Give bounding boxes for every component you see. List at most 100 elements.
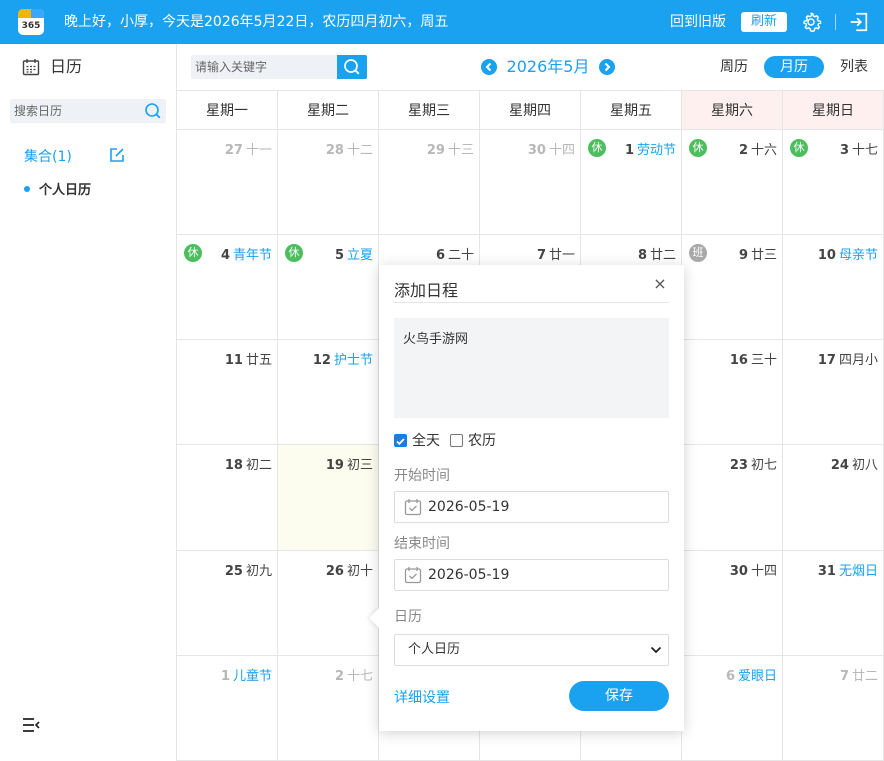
- day-cell[interactable]: 6 爱眼日: [682, 656, 783, 761]
- prev-month-button[interactable]: [481, 59, 497, 75]
- lunar-date: 十七: [851, 143, 878, 158]
- lunar-date: 十七: [346, 669, 373, 684]
- day-number: 12: [312, 353, 331, 368]
- day-cell[interactable]: 1 儿童节: [177, 656, 278, 761]
- day-cell[interactable]: 休 4 青年节: [177, 235, 278, 340]
- calendar-group-label[interactable]: 集合(1): [24, 146, 72, 166]
- day-number: 25: [224, 564, 243, 579]
- detail-settings-link[interactable]: 详细设置: [394, 687, 450, 707]
- end-date-field[interactable]: 2026-05-19: [394, 559, 669, 591]
- sidebar-search-icon[interactable]: [140, 99, 166, 123]
- lunar-date: 初八: [851, 458, 878, 473]
- app-logo-icon: 365: [18, 9, 44, 35]
- sidebar-search: [10, 99, 166, 123]
- workday-badge: 班: [689, 244, 707, 262]
- day-cell[interactable]: 2 十七: [278, 656, 379, 761]
- tab-list-view[interactable]: 列表: [832, 56, 876, 78]
- holiday-badge: 休: [184, 244, 202, 262]
- day-cell[interactable]: 休 2 十六: [682, 130, 783, 235]
- lunar-date: 初九: [245, 564, 272, 579]
- day-cell[interactable]: 28十二: [278, 130, 379, 235]
- day-label: 16 三十: [730, 349, 777, 368]
- holiday-badge: 休: [689, 139, 707, 157]
- app-logo-text: 365: [21, 21, 41, 31]
- start-date-field[interactable]: 2026-05-19: [394, 491, 669, 523]
- day-cell[interactable]: 班 9 廿三: [682, 235, 783, 340]
- lunar-date: 初二: [245, 458, 272, 473]
- day-label: 31 无烟日: [818, 560, 878, 579]
- day-label: 26 初十: [326, 560, 373, 579]
- day-cell[interactable]: 休 1 劳动节: [581, 130, 682, 235]
- day-label: 30 十四: [730, 560, 777, 579]
- close-icon[interactable]: ×: [651, 275, 669, 293]
- logout-icon[interactable]: [848, 11, 870, 33]
- chevron-right-icon: [604, 62, 611, 72]
- day-cell[interactable]: 11 廿五: [177, 340, 278, 445]
- search-box: [191, 55, 367, 79]
- day-cell[interactable]: 12 护士节: [278, 340, 379, 445]
- lunar-date: 十四: [750, 564, 777, 579]
- tab-week-view[interactable]: 周历: [711, 56, 757, 78]
- day-cell[interactable]: 19 初三: [278, 445, 379, 551]
- gear-icon[interactable]: [800, 11, 822, 33]
- day-cell[interactable]: 18 初二: [177, 445, 278, 551]
- day-cell[interactable]: 23 初七: [682, 445, 783, 551]
- collapse-sidebar-icon[interactable]: [22, 717, 40, 733]
- day-cell[interactable]: 30 十四: [480, 130, 581, 235]
- day-label: 11 廿五: [225, 349, 272, 368]
- day-cell[interactable]: 29十三: [379, 130, 480, 235]
- edit-icon[interactable]: [109, 147, 125, 163]
- day-number: 18: [224, 458, 243, 473]
- lunar-date: 三十: [750, 353, 777, 368]
- festival-label: 青年节: [232, 248, 272, 263]
- old-version-link[interactable]: 回到旧版: [670, 0, 726, 44]
- day-number: 31: [817, 564, 836, 579]
- search-button[interactable]: [337, 55, 367, 79]
- refresh-button[interactable]: 刷新: [741, 12, 787, 32]
- day-label: 17 四月小: [818, 349, 878, 368]
- save-button[interactable]: 保存: [569, 681, 669, 711]
- day-cell[interactable]: 17 四月小: [783, 340, 884, 445]
- day-cell[interactable]: 30 十四: [682, 551, 783, 656]
- day-cell[interactable]: 24 初八: [783, 445, 884, 551]
- weekday-header: 星期二: [278, 90, 379, 130]
- allday-checkbox[interactable]: [394, 434, 407, 447]
- day-label: 8 廿二: [638, 244, 676, 263]
- top-divider: [835, 14, 836, 30]
- search-icon: [344, 59, 360, 75]
- day-number: 2: [334, 669, 344, 684]
- day-cell[interactable]: 31 无烟日: [783, 551, 884, 656]
- event-content-input[interactable]: 火鸟手游网: [394, 318, 669, 418]
- day-cell[interactable]: 26 初十: [278, 551, 379, 656]
- holiday-badge: 休: [285, 244, 303, 262]
- day-label: 18 初二: [225, 454, 272, 473]
- day-cell[interactable]: 16 三十: [682, 340, 783, 445]
- day-label: 27十一: [225, 139, 272, 158]
- lunar-date: 廿一: [548, 248, 575, 263]
- day-cell[interactable]: 7 廿二: [783, 656, 884, 761]
- day-cell[interactable]: 25 初九: [177, 551, 278, 656]
- sidebar-title: 日历: [50, 57, 83, 76]
- day-number: 6: [435, 248, 445, 263]
- sidebar-item-label: 个人日历: [39, 183, 92, 198]
- day-cell[interactable]: 休 5 立夏: [278, 235, 379, 340]
- lunar-checkbox[interactable]: [450, 434, 463, 447]
- day-cell[interactable]: 27十一: [177, 130, 278, 235]
- calendar-select[interactable]: 个人日历: [394, 634, 669, 666]
- sidebar-search-input[interactable]: [10, 99, 138, 123]
- day-cell[interactable]: 休 3 十七: [783, 130, 884, 235]
- toolbar: 2026年5月 周历 月历 列表: [177, 44, 884, 90]
- sidebar-item-personal-calendar[interactable]: 个人日历: [24, 179, 91, 198]
- next-month-button[interactable]: [599, 59, 615, 75]
- day-label: 29十三: [427, 139, 474, 158]
- search-input[interactable]: [191, 55, 337, 79]
- calendar-select-label: 日历: [394, 609, 422, 625]
- day-number: 16: [729, 353, 748, 368]
- festival-label: 无烟日: [838, 564, 878, 579]
- lunar-label: 农历: [468, 433, 496, 449]
- day-label: 9 廿三: [739, 244, 777, 263]
- lunar-date: 廿二: [649, 248, 676, 263]
- day-cell[interactable]: 10 母亲节: [783, 235, 884, 340]
- current-month-label: 2026年5月: [506, 57, 590, 76]
- tab-month-view[interactable]: 月历: [764, 56, 824, 78]
